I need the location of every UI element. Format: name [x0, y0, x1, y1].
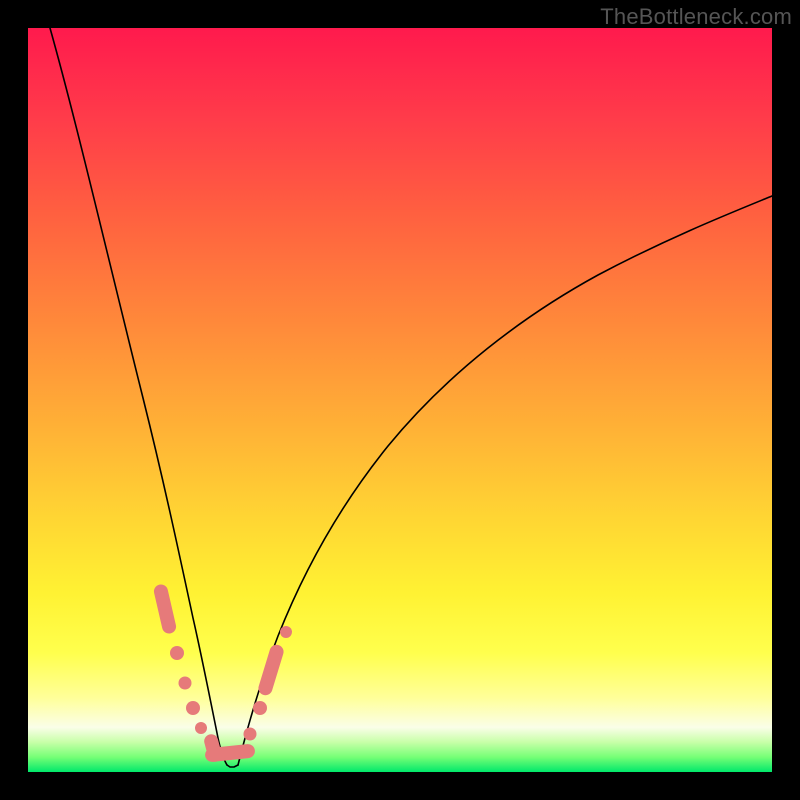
marker-pill-right	[257, 643, 286, 697]
watermark-text: TheBottleneck.com	[600, 4, 792, 30]
marker-dot	[179, 677, 192, 690]
marker-pill-left	[153, 583, 178, 635]
right-curve	[238, 196, 772, 765]
valley-curve	[227, 765, 238, 767]
plot-area	[28, 28, 772, 772]
marker-dot	[186, 701, 200, 715]
chart-svg	[28, 28, 772, 772]
marker-dot	[280, 626, 292, 638]
marker-dot	[253, 701, 267, 715]
marker-dot	[170, 646, 184, 660]
marker-dot	[244, 728, 257, 741]
left-curve	[50, 28, 227, 765]
marker-dot	[195, 722, 207, 734]
